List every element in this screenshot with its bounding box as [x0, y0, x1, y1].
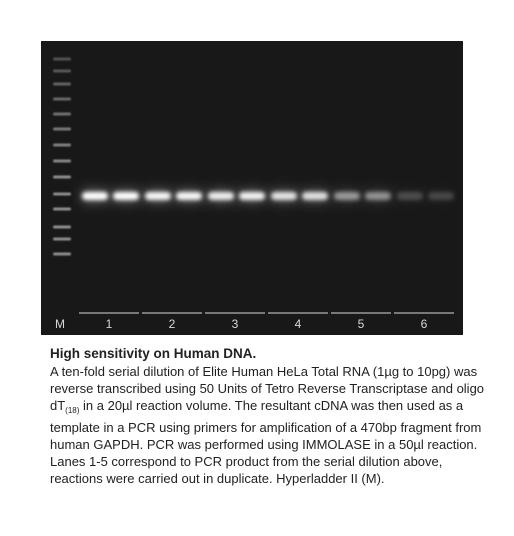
gel-svg: M 1 2 3 4 5 6: [41, 41, 463, 335]
pcr-band: [334, 192, 360, 200]
ladder-band: [53, 82, 71, 86]
lane-label: 1: [106, 317, 113, 331]
caption-subscript: (18): [65, 406, 80, 415]
ladder-band: [53, 159, 71, 163]
ladder-band: [53, 57, 71, 61]
ladder-band: [53, 97, 71, 101]
lane-label: 4: [295, 317, 302, 331]
lane-label: 5: [358, 317, 365, 331]
lane-label: 6: [421, 317, 428, 331]
pcr-band: [397, 192, 423, 200]
ladder-band: [53, 225, 71, 229]
ladder-band: [53, 69, 71, 73]
caption-title: High sensitivity on Human DNA.: [50, 346, 257, 361]
pcr-band: [113, 192, 139, 200]
pcr-band: [271, 192, 297, 200]
pcr-band: [82, 192, 108, 200]
lane-label: 2: [169, 317, 176, 331]
ladder-band: [53, 112, 71, 116]
caption-body: A ten-fold serial dilution of Elite Huma…: [50, 363, 490, 487]
lane-label: 3: [232, 317, 239, 331]
ladder-band: [53, 143, 71, 147]
caption-text-part-2: in a 20µl reaction volume. The resultant…: [50, 398, 482, 486]
ladder-band: [53, 192, 71, 196]
pcr-band: [428, 192, 454, 200]
ladder-band: [53, 237, 71, 241]
pcr-band: [239, 192, 265, 200]
pcr-band: [208, 192, 234, 200]
pcr-band: [176, 192, 202, 200]
gel-image: M 1 2 3 4 5 6: [41, 41, 463, 335]
ladder-band: [53, 207, 71, 211]
marker-lane-label: M: [55, 317, 65, 331]
ladder-band: [53, 175, 71, 179]
gel-background: [41, 41, 463, 335]
ladder-band: [53, 127, 71, 131]
ladder-band: [53, 252, 71, 256]
figure-caption: High sensitivity on Human DNA. A ten-fol…: [50, 345, 490, 487]
pcr-band: [145, 192, 171, 200]
pcr-band: [302, 192, 328, 200]
pcr-band: [365, 192, 391, 200]
